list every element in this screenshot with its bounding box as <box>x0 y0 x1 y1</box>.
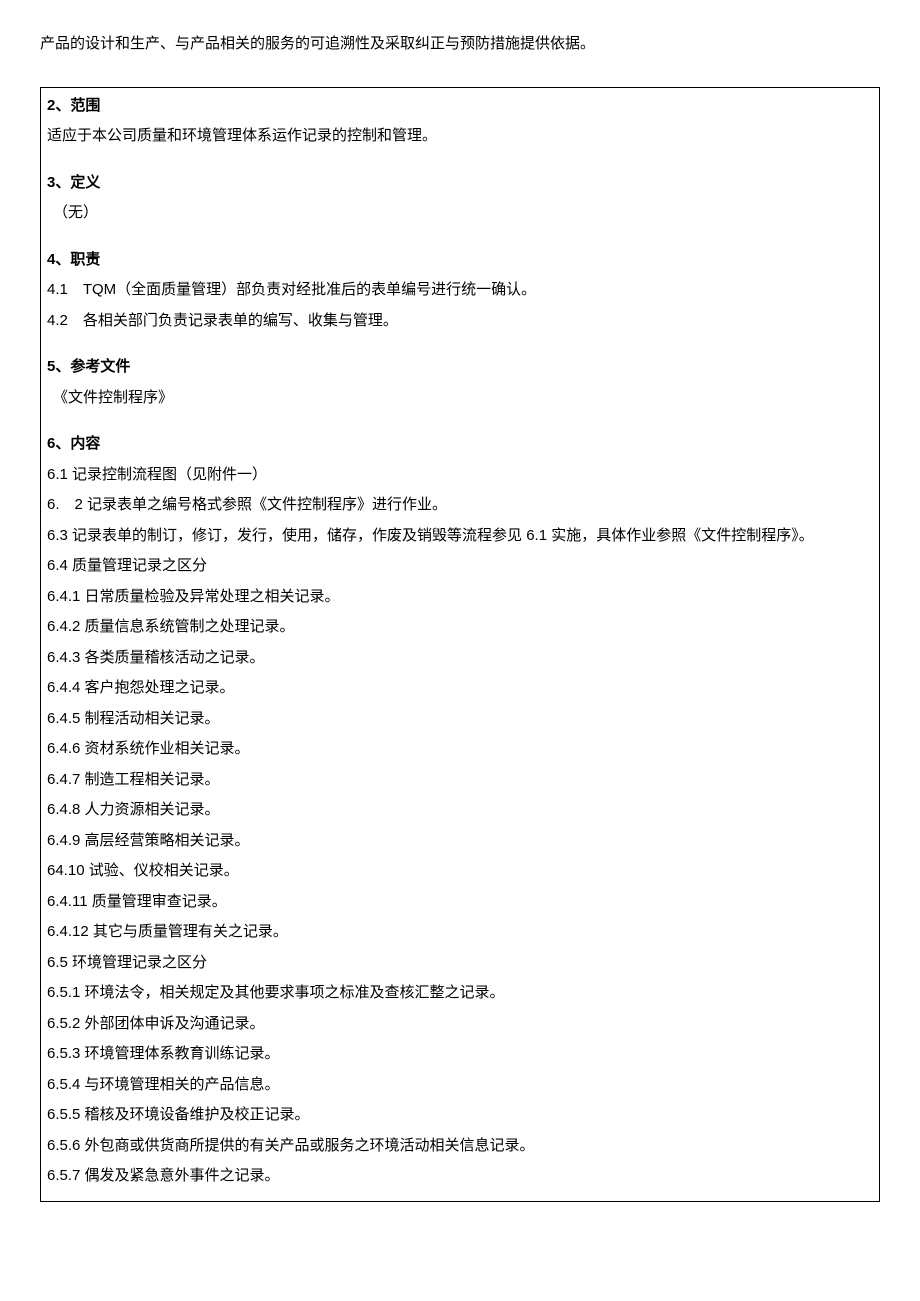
section-5-body: 《文件控制程序》 <box>47 384 873 413</box>
section-6-heading: 6、内容 <box>47 430 873 459</box>
section-5-title: 参考文件 <box>70 359 130 375</box>
clause-4-2: 4.2 各相关部门负责记录表单的编写、收集与管理。 <box>47 307 873 336</box>
clause-text: 6.4.5 制程活动相关记录。 <box>47 710 220 727</box>
clause-6-4-9: 6.4.9 高层经营策略相关记录。 <box>47 827 873 856</box>
section-4-title: 职责 <box>70 252 100 268</box>
section-5-heading: 5、参考文件 <box>47 353 873 382</box>
clause-text: 6.5.5 稽核及环境设备维护及校正记录。 <box>47 1106 310 1123</box>
clause-6-4-4: 6.4.4 客户抱怨处理之记录。 <box>47 674 873 703</box>
clause-6-4-6: 6.4.6 资材系统作业相关记录。 <box>47 735 873 764</box>
clause-text: 6.3 记录表单的制订，修订，发行，使用，储存，作废及销毁等流程参见 6.1 实… <box>47 527 814 544</box>
sep: 、 <box>55 436 70 452</box>
clause-text: 4.2 各相关部门负责记录表单的编写、收集与管理。 <box>47 312 398 329</box>
clause-text: 6.1 记录控制流程图（见附件一） <box>47 466 267 483</box>
clause-6-4: 6.4 质量管理记录之区分 <box>47 552 873 581</box>
clause-text: 6.5.7 偶发及紧急意外事件之记录。 <box>47 1167 280 1184</box>
clause-6-2: 6. 2 记录表单之编号格式参照《文件控制程序》进行作业。 <box>47 491 873 520</box>
clause-text: 6.5.1 环境法令，相关规定及其他要求事项之标准及查核汇整之记录。 <box>47 984 505 1001</box>
intro-paragraph: 产品的设计和生产、与产品相关的服务的可追溯性及采取纠正与预防措施提供依据。 <box>40 30 880 59</box>
clause-text: 6. 2 记录表单之编号格式参照《文件控制程序》进行作业。 <box>47 496 447 513</box>
clause-6-5-7: 6.5.7 偶发及紧急意外事件之记录。 <box>47 1162 873 1191</box>
sep: 、 <box>55 98 70 114</box>
clause-text: 6.5.6 外包商或供货商所提供的有关产品或服务之环境活动相关信息记录。 <box>47 1137 535 1154</box>
section-6-title: 内容 <box>70 436 100 452</box>
clause-6-4-3: 6.4.3 各类质量稽核活动之记录。 <box>47 644 873 673</box>
clause-6-4-10: 64.10 试验、仪校相关记录。 <box>47 857 873 886</box>
section-3-title: 定义 <box>70 175 100 191</box>
clause-text: 6.4.9 高层经营策略相关记录。 <box>47 832 250 849</box>
section-3-heading: 3、定义 <box>47 169 873 198</box>
clause-text: 6.4.4 客户抱怨处理之记录。 <box>47 679 235 696</box>
clause-text: 6.5.2 外部团体申诉及沟通记录。 <box>47 1015 265 1032</box>
clause-text: 6.4.3 各类质量稽核活动之记录。 <box>47 649 265 666</box>
clause-6-5-5: 6.5.5 稽核及环境设备维护及校正记录。 <box>47 1101 873 1130</box>
clause-text: 6.4 质量管理记录之区分 <box>47 557 207 574</box>
clause-6-4-7: 6.4.7 制造工程相关记录。 <box>47 766 873 795</box>
clause-6-5-2: 6.5.2 外部团体申诉及沟通记录。 <box>47 1010 873 1039</box>
clause-text: 6.4.7 制造工程相关记录。 <box>47 771 220 788</box>
section-2-body: 适应于本公司质量和环境管理体系运作记录的控制和管理。 <box>47 122 873 151</box>
sep: 、 <box>55 175 70 191</box>
clause-text: 6.5.3 环境管理体系教育训练记录。 <box>47 1045 280 1062</box>
clause-6-4-8: 6.4.8 人力资源相关记录。 <box>47 796 873 825</box>
clause-text: 6.5 环境管理记录之区分 <box>47 954 207 971</box>
clause-text: 64.10 试验、仪校相关记录。 <box>47 862 239 879</box>
clause-text: 4.1 TQM（全面质量管理）部负责对经批准后的表单编号进行统一确认。 <box>47 281 536 298</box>
section-3-body: （无） <box>47 199 873 228</box>
clause-text: 6.5.4 与环境管理相关的产品信息。 <box>47 1076 280 1093</box>
clause-6-4-5: 6.4.5 制程活动相关记录。 <box>47 705 873 734</box>
clause-6-5-1: 6.5.1 环境法令，相关规定及其他要求事项之标准及查核汇整之记录。 <box>47 979 873 1008</box>
clause-6-3: 6.3 记录表单的制订，修订，发行，使用，储存，作废及销毁等流程参见 6.1 实… <box>47 522 873 551</box>
clause-6-4-11: 6.4.11 质量管理审查记录。 <box>47 888 873 917</box>
clause-6-5-6: 6.5.6 外包商或供货商所提供的有关产品或服务之环境活动相关信息记录。 <box>47 1132 873 1161</box>
clause-6-5-4: 6.5.4 与环境管理相关的产品信息。 <box>47 1071 873 1100</box>
clause-6-1: 6.1 记录控制流程图（见附件一） <box>47 461 873 490</box>
clause-text: 6.4.11 质量管理审查记录。 <box>47 893 227 910</box>
section-2-heading: 2、范围 <box>47 92 873 121</box>
sep: 、 <box>55 359 70 375</box>
clause-text: 6.4.2 质量信息系统管制之处理记录。 <box>47 618 295 635</box>
clause-text: 6.4.1 日常质量检验及异常处理之相关记录。 <box>47 588 340 605</box>
document-frame: 2、范围 适应于本公司质量和环境管理体系运作记录的控制和管理。 3、定义 （无）… <box>40 87 880 1202</box>
clause-6-4-1: 6.4.1 日常质量检验及异常处理之相关记录。 <box>47 583 873 612</box>
clause-6-4-2: 6.4.2 质量信息系统管制之处理记录。 <box>47 613 873 642</box>
clause-text: 6.4.12 其它与质量管理有关之记录。 <box>47 923 288 940</box>
clause-text: 6.4.8 人力资源相关记录。 <box>47 801 220 818</box>
clause-text: 6.4.6 资材系统作业相关记录。 <box>47 740 250 757</box>
clause-6-5: 6.5 环境管理记录之区分 <box>47 949 873 978</box>
clause-4-1: 4.1 TQM（全面质量管理）部负责对经批准后的表单编号进行统一确认。 <box>47 276 873 305</box>
clause-6-5-3: 6.5.3 环境管理体系教育训练记录。 <box>47 1040 873 1069</box>
section-2-title: 范围 <box>70 98 100 114</box>
section-4-heading: 4、职责 <box>47 246 873 275</box>
clause-6-4-12: 6.4.12 其它与质量管理有关之记录。 <box>47 918 873 947</box>
sep: 、 <box>55 252 70 268</box>
